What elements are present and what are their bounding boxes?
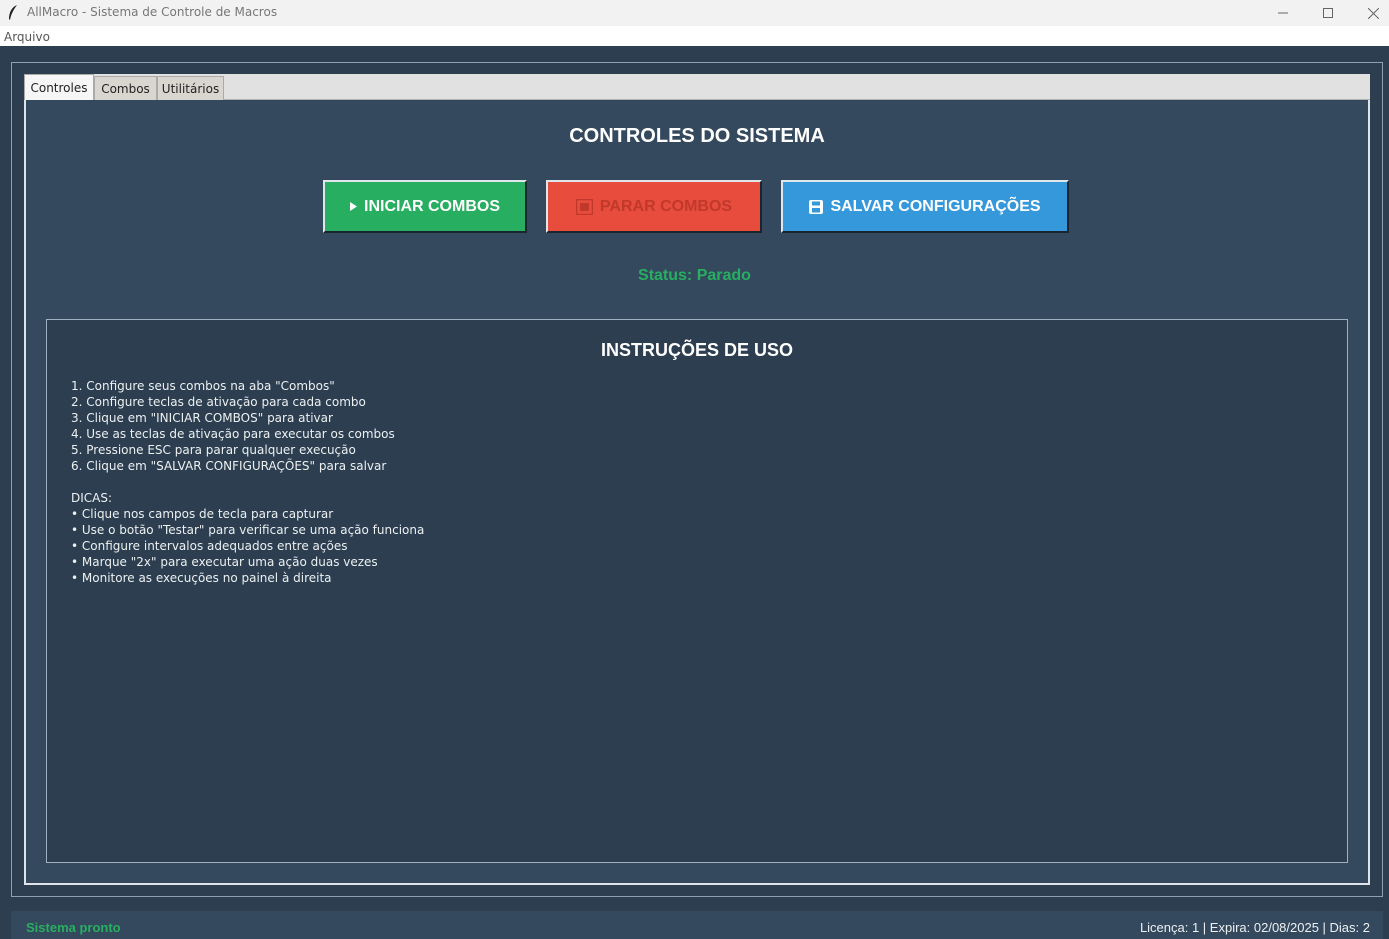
play-icon [350, 202, 357, 211]
instructions-panel: INSTRUÇÕES DE USO 1. Configure seus comb… [46, 319, 1348, 863]
system-status: Status: Parado [638, 267, 751, 284]
instruction-step: 4. Use as teclas de ativação para execut… [71, 427, 395, 441]
tips-heading: DICAS: [71, 491, 113, 505]
tip-item: • Marque "2x" para executar uma ação dua… [71, 555, 378, 569]
tab-combos[interactable]: Combos [94, 76, 157, 100]
tip-item: • Use o botão "Testar" para verificar se… [71, 523, 425, 537]
maximize-icon [1323, 8, 1333, 18]
floppy-disk-icon [809, 199, 824, 214]
controls-title: CONTROLES DO SISTEMA [569, 125, 825, 147]
save-config-label: SALVAR CONFIGURAÇÕES [830, 197, 1041, 215]
instruction-step: 5. Pressione ESC para parar qualquer exe… [71, 443, 356, 457]
instructions-list: 1. Configure seus combos na aba "Combos"… [71, 378, 424, 586]
instruction-step: 2. Configure teclas de ativação para cad… [71, 395, 366, 409]
instruction-step: 3. Clique em "INICIAR COMBOS" para ativa… [71, 411, 333, 425]
stop-icon [575, 198, 593, 215]
tip-item: • Clique nos campos de tecla para captur… [71, 507, 334, 521]
close-button[interactable] [1350, 0, 1389, 26]
tip-item: • Configure intervalos adequados entre a… [71, 539, 348, 553]
stop-combos-button[interactable]: PARAR COMBOS [546, 180, 762, 233]
menu-arquivo[interactable]: Arquivo [4, 30, 50, 44]
close-icon [1367, 7, 1379, 19]
instructions-title: INSTRUÇÕES DE USO [600, 340, 794, 360]
statusbar-message: Sistema pronto [26, 920, 121, 935]
tab-strip: Controles Combos Utilitários [24, 74, 1370, 100]
instruction-step: 6. Clique em "SALVAR CONFIGURAÇÕES" para… [71, 459, 387, 473]
tab-utilitarios[interactable]: Utilitários [157, 76, 224, 100]
maximize-button[interactable] [1305, 0, 1351, 26]
minimize-button[interactable] [1260, 0, 1306, 26]
stop-combos-label: PARAR COMBOS [599, 197, 733, 215]
window-title: AllMacro - Sistema de Controle de Macros [27, 5, 278, 19]
minimize-icon [1278, 12, 1288, 14]
license-info: Licença: 1 | Expira: 02/08/2025 | Dias: … [1139, 920, 1370, 935]
tab-controles[interactable]: Controles [24, 74, 94, 100]
start-combos-button[interactable]: INICIAR COMBOS [323, 180, 527, 233]
save-config-button[interactable]: SALVAR CONFIGURAÇÕES [781, 180, 1069, 233]
statusbar: Sistema pronto Licença: 1 | Expira: 02/0… [11, 911, 1383, 939]
window-titlebar: AllMacro - Sistema de Controle de Macros [0, 0, 1389, 26]
start-combos-label: INICIAR COMBOS [364, 197, 500, 215]
menubar: Arquivo [0, 26, 1389, 46]
tip-item: • Monitore as execuções no painel à dire… [71, 571, 332, 585]
feather-icon [9, 5, 17, 20]
instruction-step: 1. Configure seus combos na aba "Combos" [71, 379, 335, 393]
